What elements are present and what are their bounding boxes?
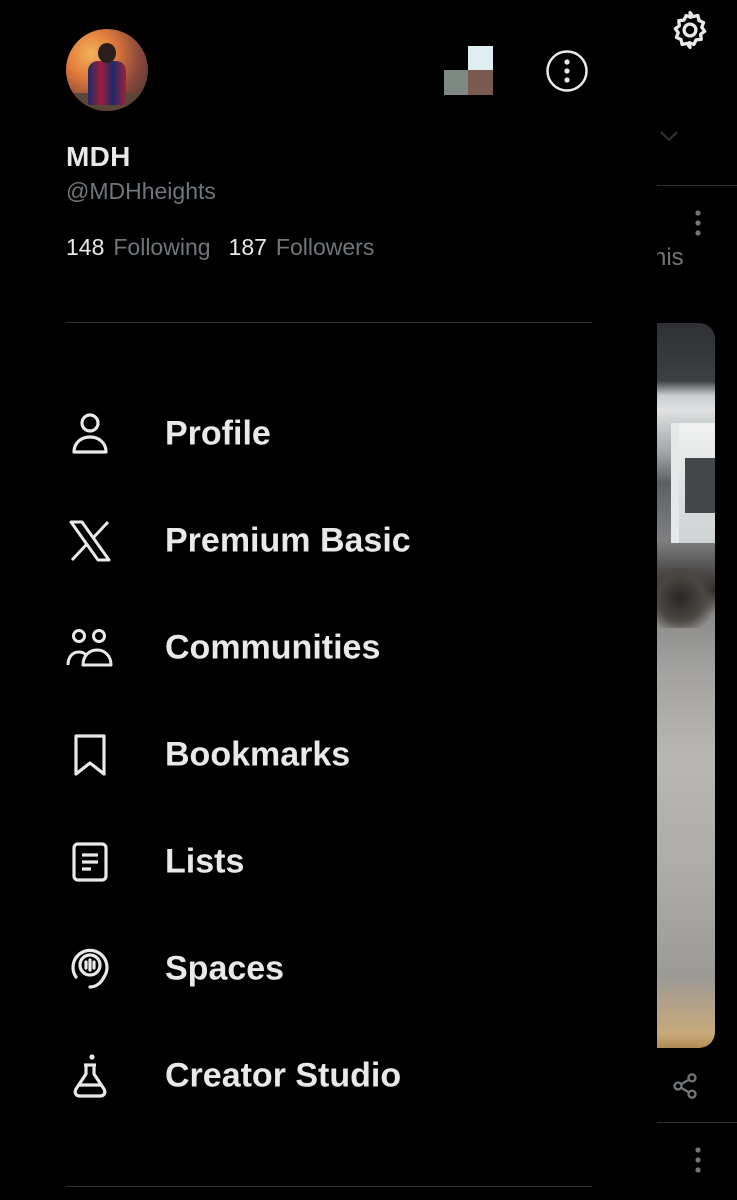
communities-icon <box>65 623 115 673</box>
list-icon <box>65 837 115 887</box>
menu-item-lists[interactable]: Lists <box>0 808 657 915</box>
follow-stats: 148 Following 187 Followers <box>66 234 374 261</box>
followers-count: 187 <box>228 234 267 260</box>
menu-item-spaces[interactable]: Spaces <box>0 915 657 1022</box>
menu-item-creator-studio[interactable]: Creator Studio <box>0 1022 657 1129</box>
flask-icon <box>65 1051 115 1101</box>
navigation-drawer: MDH @MDHheights 148 Following 187 Follower… <box>0 0 657 1200</box>
avatar-person-head <box>98 43 116 63</box>
menu-item-label: Bookmarks <box>165 735 351 773</box>
account-switcher-tile <box>468 46 493 71</box>
menu-item-label: Lists <box>165 842 245 880</box>
menu-item-label: Communities <box>165 628 381 666</box>
post-text-fragment: nis <box>657 244 684 271</box>
avatar[interactable] <box>66 29 148 111</box>
menu-item-label: Premium Basic <box>165 521 411 559</box>
section-divider <box>66 322 592 323</box>
chevron-down-icon[interactable] <box>657 124 681 148</box>
account-switcher-tile <box>444 70 469 95</box>
followers-label: Followers <box>275 234 375 260</box>
following-count: 148 <box>66 234 105 260</box>
menu-item-label: Profile <box>165 414 271 452</box>
post-media-image[interactable] <box>657 323 715 1048</box>
account-switcher-icon[interactable] <box>444 46 493 95</box>
avatar-person-body <box>88 61 126 105</box>
menu-item-premium[interactable]: Premium Basic <box>0 487 657 594</box>
share-icon[interactable] <box>671 1072 699 1100</box>
more-options-icon[interactable] <box>545 49 589 93</box>
menu-item-bookmarks[interactable]: Bookmarks <box>0 701 657 808</box>
bookmark-icon <box>65 730 115 780</box>
feed-divider <box>657 1122 737 1123</box>
settings-gear-icon[interactable] <box>668 8 712 52</box>
following-link[interactable]: 148 Following <box>66 234 211 261</box>
drawer-menu: Profile Premium Basic Communities Bookma… <box>0 380 657 1129</box>
more-vertical-icon[interactable] <box>695 1147 701 1173</box>
account-switcher-tile <box>468 70 493 95</box>
menu-item-label: Spaces <box>165 949 285 987</box>
media-shelf-shadow <box>685 458 715 513</box>
menu-item-communities[interactable]: Communities <box>0 594 657 701</box>
spaces-icon <box>65 944 115 994</box>
background-feed: nis <box>657 0 737 1200</box>
more-vertical-icon[interactable] <box>695 210 701 236</box>
menu-item-label: Creator Studio <box>165 1056 402 1094</box>
display-name[interactable]: MDH <box>66 141 131 173</box>
feed-divider <box>657 185 737 186</box>
media-rug-shadow <box>657 568 715 628</box>
following-label: Following <box>113 234 211 260</box>
user-handle: @MDHheights <box>66 178 216 204</box>
x-logo-icon <box>65 516 115 566</box>
section-divider <box>66 1186 592 1187</box>
menu-item-profile[interactable]: Profile <box>0 380 657 487</box>
followers-link[interactable]: 187 Followers <box>229 234 375 261</box>
person-icon <box>65 409 115 459</box>
